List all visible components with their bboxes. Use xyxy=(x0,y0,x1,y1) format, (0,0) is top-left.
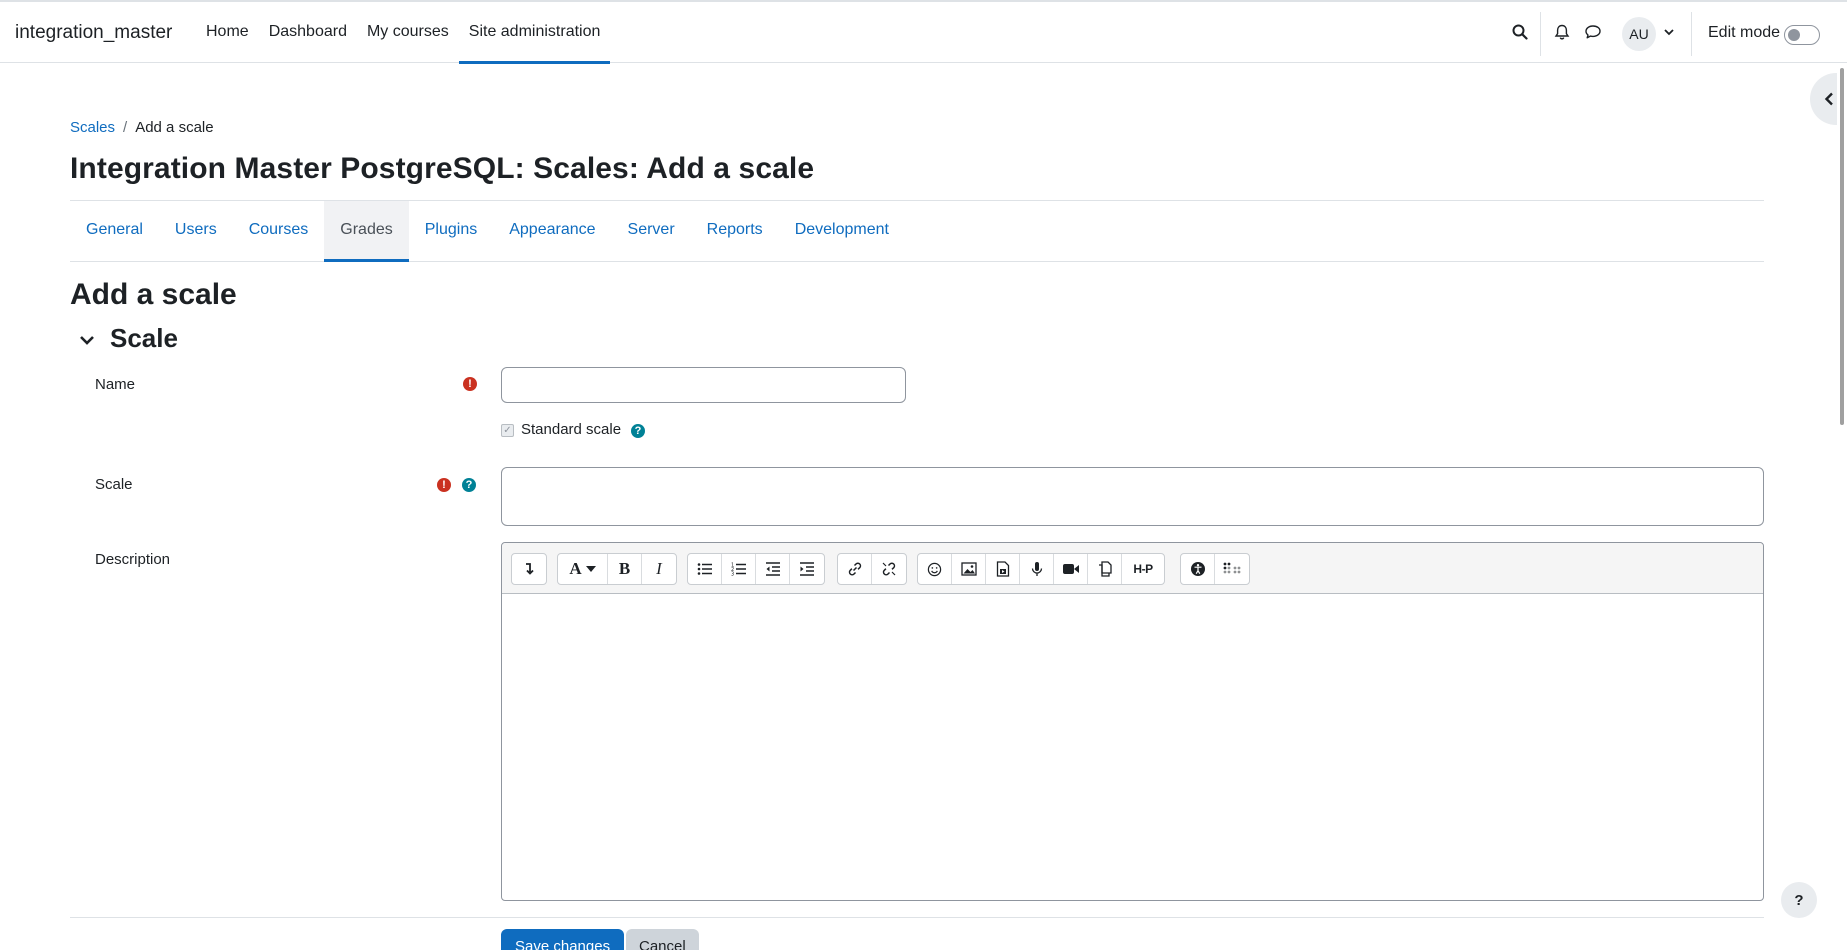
site-brand[interactable]: integration_master xyxy=(15,22,172,44)
toolbar-group: H-P xyxy=(917,553,1165,585)
top-navbar: integration_master Home Dashboard My cou… xyxy=(0,0,1847,64)
font-style-icon[interactable]: A xyxy=(558,554,608,584)
editor-toolbar: A B I 123 H-P xyxy=(502,543,1763,594)
page-title: Integration Master PostgreSQL: Scales: A… xyxy=(70,152,815,185)
secondary-navigation: General Users Courses Grades Plugins App… xyxy=(70,201,1764,262)
svg-text:3: 3 xyxy=(731,572,734,577)
standard-scale-label: Standard scale xyxy=(521,421,622,438)
breadcrumb-scales-link[interactable]: Scales xyxy=(70,119,115,136)
tab-courses[interactable]: Courses xyxy=(233,201,325,261)
manage-files-icon[interactable] xyxy=(1088,554,1122,584)
bold-icon[interactable]: B xyxy=(608,554,642,584)
page-scrollbar[interactable] xyxy=(1837,63,1847,950)
section-collapse-chevron-down-icon[interactable] xyxy=(78,331,96,349)
indent-icon[interactable] xyxy=(790,554,824,584)
tab-reports[interactable]: Reports xyxy=(691,201,779,261)
help-button[interactable]: ? xyxy=(1781,882,1817,918)
tab-appearance[interactable]: Appearance xyxy=(493,201,611,261)
required-icon: ! xyxy=(437,478,451,492)
h5p-icon[interactable]: H-P xyxy=(1122,554,1164,584)
edit-mode-label: Edit mode xyxy=(1708,24,1781,41)
record-audio-icon[interactable] xyxy=(1020,554,1054,584)
media-icon[interactable] xyxy=(986,554,1020,584)
screenreader-helper-icon[interactable] xyxy=(1215,554,1249,584)
nav-divider xyxy=(1540,12,1541,56)
section-title[interactable]: Scale xyxy=(110,323,178,354)
toolbar-group: A B I xyxy=(557,553,677,585)
notifications-bell-icon[interactable] xyxy=(1550,20,1574,44)
tab-development[interactable]: Development xyxy=(779,201,905,261)
nav-site-administration[interactable]: Site administration xyxy=(458,2,611,64)
unordered-list-icon[interactable] xyxy=(688,554,722,584)
tab-server[interactable]: Server xyxy=(612,201,691,261)
name-input[interactable] xyxy=(501,367,906,403)
nav-my-courses[interactable]: My courses xyxy=(357,2,459,63)
outdent-icon[interactable] xyxy=(756,554,790,584)
toolbar-group xyxy=(837,553,907,585)
scrollbar-thumb[interactable] xyxy=(1840,68,1844,425)
italic-icon[interactable]: I xyxy=(642,554,676,584)
unlink-icon[interactable] xyxy=(872,554,906,584)
scale-label: Scale xyxy=(95,476,133,493)
ordered-list-icon[interactable]: 123 xyxy=(722,554,756,584)
toolbar-group xyxy=(1180,553,1250,585)
tab-users[interactable]: Users xyxy=(159,201,233,261)
emoji-icon[interactable] xyxy=(918,554,952,584)
tab-general[interactable]: General xyxy=(70,201,159,261)
toolbar-group xyxy=(511,553,547,585)
nav-divider xyxy=(1691,12,1692,56)
user-avatar[interactable]: AU xyxy=(1622,17,1656,51)
tab-plugins[interactable]: Plugins xyxy=(409,201,493,261)
name-label: Name xyxy=(95,376,136,393)
breadcrumb: Scales / Add a scale xyxy=(70,119,214,136)
messages-chat-icon[interactable] xyxy=(1581,20,1605,44)
tab-grades[interactable]: Grades xyxy=(324,201,410,262)
description-label: Description xyxy=(95,551,171,568)
user-menu-chevron-down-icon[interactable] xyxy=(1657,20,1681,44)
search-icon[interactable] xyxy=(1508,20,1532,44)
breadcrumb-separator: / xyxy=(123,119,128,136)
nav-home[interactable]: Home xyxy=(196,2,259,63)
primary-navigation: Home Dashboard My courses Site administr… xyxy=(196,2,611,64)
nav-dashboard[interactable]: Dashboard xyxy=(259,2,357,63)
cancel-button[interactable]: Cancel xyxy=(626,929,699,950)
standard-scale-checkbox[interactable]: ✓ xyxy=(501,424,514,437)
record-video-icon[interactable] xyxy=(1054,554,1088,584)
scale-textarea[interactable] xyxy=(501,467,1764,526)
form-heading: Add a scale xyxy=(70,278,237,311)
description-editor: A B I 123 H-P xyxy=(501,542,1764,901)
toolbar-group: 123 xyxy=(687,553,825,585)
form-footer-divider xyxy=(70,917,1764,918)
link-icon[interactable] xyxy=(838,554,872,584)
description-editor-content[interactable] xyxy=(502,594,1763,900)
save-changes-button[interactable]: Save changes xyxy=(501,929,625,950)
breadcrumb-current: Add a scale xyxy=(135,119,214,136)
edit-mode-toggle[interactable] xyxy=(1784,25,1820,45)
help-icon[interactable]: ? xyxy=(631,424,645,438)
image-icon[interactable] xyxy=(952,554,986,584)
chevron-left-icon xyxy=(1824,92,1833,106)
help-icon[interactable]: ? xyxy=(462,478,476,492)
show-more-icon[interactable] xyxy=(512,554,546,584)
accessibility-checker-icon[interactable] xyxy=(1181,554,1215,584)
required-icon: ! xyxy=(463,377,477,391)
